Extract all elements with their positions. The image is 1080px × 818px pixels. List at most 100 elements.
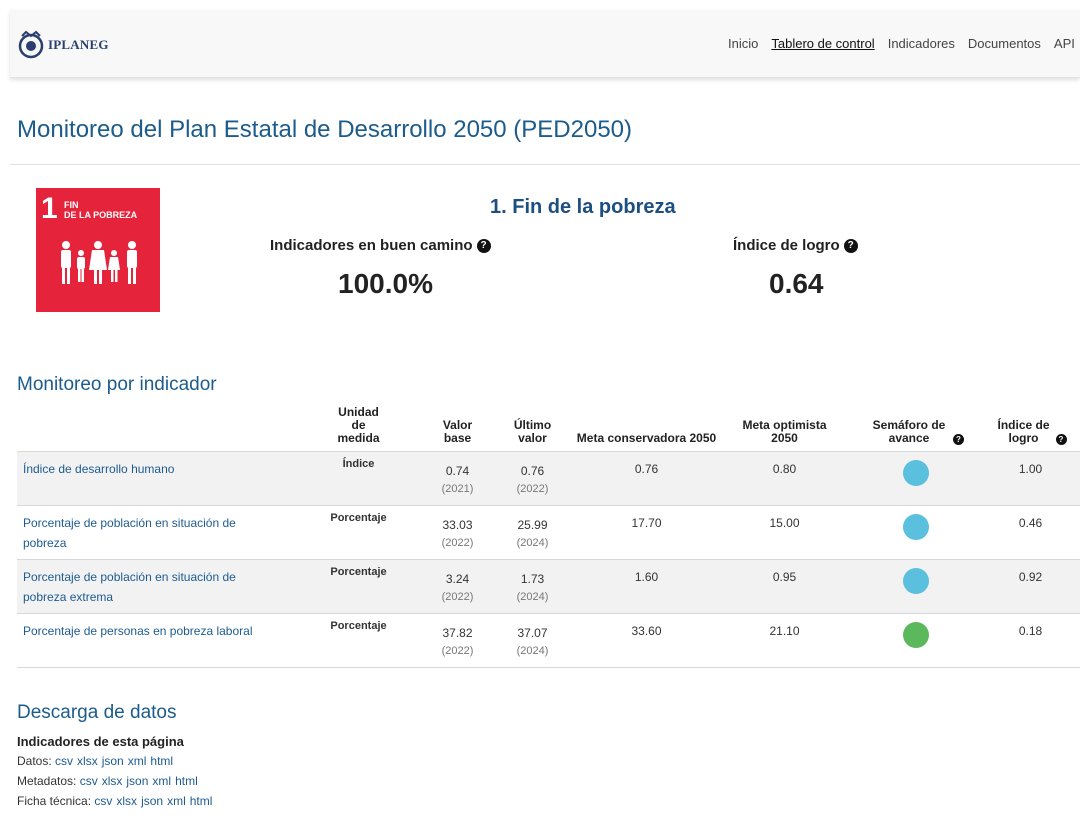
indicator-link[interactable]: Porcentaje de personas en pobreza labora… — [17, 614, 292, 668]
nav-indicadores[interactable]: Indicadores — [888, 36, 955, 51]
base-value: 0.74 — [445, 464, 470, 478]
sdg-label-line1: FIN — [64, 200, 79, 210]
last-year: (2024) — [516, 591, 549, 603]
last-year: (2024) — [516, 537, 549, 549]
download-xml-link[interactable]: xml — [152, 774, 171, 788]
nav-api[interactable]: API — [1054, 36, 1075, 51]
nav-tablero-de-control[interactable]: Tablero de control — [771, 36, 874, 51]
col-header-traffic-light: Semáforo de avance? — [851, 406, 981, 452]
top-navbar: IPLANEG Inicio Tablero de control Indica… — [10, 10, 1080, 78]
logo-text: IPLANEG — [48, 37, 109, 52]
help-icon[interactable]: ? — [1055, 434, 1067, 445]
base-value-cell: 37.82 (2022) — [425, 614, 490, 668]
download-line-metadatos: Metadatos: csv xlsx json xml html — [17, 774, 202, 788]
sdg-label-line2: DE LA POBREZA — [64, 210, 138, 220]
meta-conservadora-cell: 0.76 — [634, 462, 659, 476]
indicator-link[interactable]: Porcentaje de población en situación de … — [17, 506, 292, 560]
download-json-link[interactable]: json — [126, 774, 148, 788]
kpi-achievement-text: Índice de logro — [733, 237, 840, 254]
download-xlsx-link[interactable]: xlsx — [102, 774, 123, 788]
traffic-light-cell — [851, 614, 981, 668]
achievement-index-cell: 1.00 — [1018, 462, 1043, 476]
base-year: (2022) — [441, 537, 474, 549]
last-year: (2022) — [516, 483, 549, 495]
download-csv-link[interactable]: csv — [55, 754, 73, 768]
indicator-link[interactable]: Índice de desarrollo humano — [17, 452, 292, 506]
base-year: (2022) — [441, 591, 474, 603]
traffic-light-dot — [903, 514, 929, 540]
download-xlsx-link[interactable]: xlsx — [116, 794, 137, 808]
sdg-number: 1 — [41, 192, 58, 225]
monitoring-section-title: Monitoreo por indicador — [17, 374, 217, 395]
table-row: Porcentaje de población en situación de … — [17, 505, 1080, 560]
kpi-on-track-label: Indicadores en buen camino ? — [270, 237, 491, 254]
col-header-traffic-light-text: Semáforo de avance — [872, 418, 946, 445]
traffic-light-dot — [903, 568, 929, 594]
download-line-datos: Datos: csv xlsx json xml html — [17, 754, 177, 768]
download-xml-link[interactable]: xml — [128, 754, 147, 768]
meta-optimista-cell: 0.95 — [772, 570, 797, 584]
family-icon — [61, 241, 137, 284]
col-header-meta-cons: Meta conservadora 2050 — [576, 431, 717, 445]
kpi-achievement-label: Índice de logro ? — [733, 237, 858, 254]
col-header-meta-opt: Meta optimista 2050 — [742, 418, 827, 445]
download-label: Ficha técnica: — [17, 794, 92, 808]
indicators-table: Unidad de medida Valor base Último valor… — [17, 406, 1080, 668]
downloads-section-title: Descarga de datos — [17, 702, 177, 723]
download-label: Metadatos: — [17, 774, 77, 788]
col-header-base: Valor base — [442, 418, 473, 445]
table-row: Índice de desarrollo humano Índice 0.74 (… — [17, 451, 1080, 506]
achievement-index-cell: 0.18 — [1018, 624, 1043, 638]
col-header-indicator — [17, 406, 292, 452]
col-header-unit: Unidad de medida — [337, 405, 380, 445]
meta-optimista-cell: 15.00 — [769, 516, 800, 530]
traffic-light-cell — [851, 452, 981, 506]
meta-conservadora-cell: 17.70 — [631, 516, 662, 530]
download-xlsx-link[interactable]: xlsx — [77, 754, 98, 768]
unit-cell: Índice — [342, 458, 375, 470]
goal-title: 1. Fin de la pobreza — [490, 196, 676, 218]
indicator-link[interactable]: Porcentaje de población en situación de … — [17, 560, 292, 614]
last-value: 25.99 — [517, 518, 548, 532]
download-label: Datos: — [17, 754, 52, 768]
download-csv-link[interactable]: csv — [94, 794, 112, 808]
col-header-last: Último valor — [513, 418, 552, 445]
meta-optimista-cell: 21.10 — [769, 624, 800, 638]
meta-optimista-cell: 0.80 — [772, 462, 797, 476]
last-year: (2024) — [516, 645, 549, 657]
download-json-link[interactable]: json — [102, 754, 124, 768]
help-icon[interactable]: ? — [953, 434, 964, 445]
nav-links: Inicio Tablero de control Indicadores Do… — [728, 36, 1080, 51]
downloads-subtitle: Indicadores de esta página — [17, 734, 184, 749]
sdg-goal-tile: 1 FIN DE LA POBREZA — [36, 188, 160, 312]
last-value-cell: 37.07 (2024) — [490, 614, 575, 668]
kpi-on-track-value: 100.0% — [338, 268, 433, 299]
base-value-cell: 33.03 (2022) — [425, 506, 490, 560]
help-icon[interactable]: ? — [476, 238, 491, 253]
last-value-cell: 25.99 (2024) — [490, 506, 575, 560]
nav-documentos[interactable]: Documentos — [968, 36, 1041, 51]
logo[interactable]: IPLANEG — [16, 30, 109, 60]
base-year: (2022) — [441, 645, 474, 657]
download-html-link[interactable]: html — [150, 754, 173, 768]
traffic-light-cell — [851, 506, 981, 560]
unit-cell: Porcentaje — [330, 620, 387, 632]
sdg-label: FIN DE LA POBREZA — [64, 200, 137, 220]
base-value: 33.03 — [442, 518, 473, 532]
table-row: Porcentaje de población en situación de … — [17, 559, 1080, 614]
download-html-link[interactable]: html — [190, 794, 213, 808]
base-value-cell: 3.24 (2022) — [425, 560, 490, 614]
traffic-light-dot — [903, 622, 929, 648]
unit-cell: Porcentaje — [330, 566, 387, 578]
last-value: 1.73 — [520, 572, 545, 586]
base-value: 3.24 — [445, 572, 470, 586]
download-json-link[interactable]: json — [141, 794, 163, 808]
kpi-achievement-value: 0.64 — [769, 268, 824, 299]
download-csv-link[interactable]: csv — [80, 774, 98, 788]
col-header-index-text: Índice de logro — [997, 418, 1050, 445]
download-xml-link[interactable]: xml — [167, 794, 186, 808]
help-icon[interactable]: ? — [843, 238, 858, 253]
table-row: Porcentaje de personas en pobreza labora… — [17, 613, 1080, 668]
nav-inicio[interactable]: Inicio — [728, 36, 758, 51]
download-html-link[interactable]: html — [175, 774, 198, 788]
